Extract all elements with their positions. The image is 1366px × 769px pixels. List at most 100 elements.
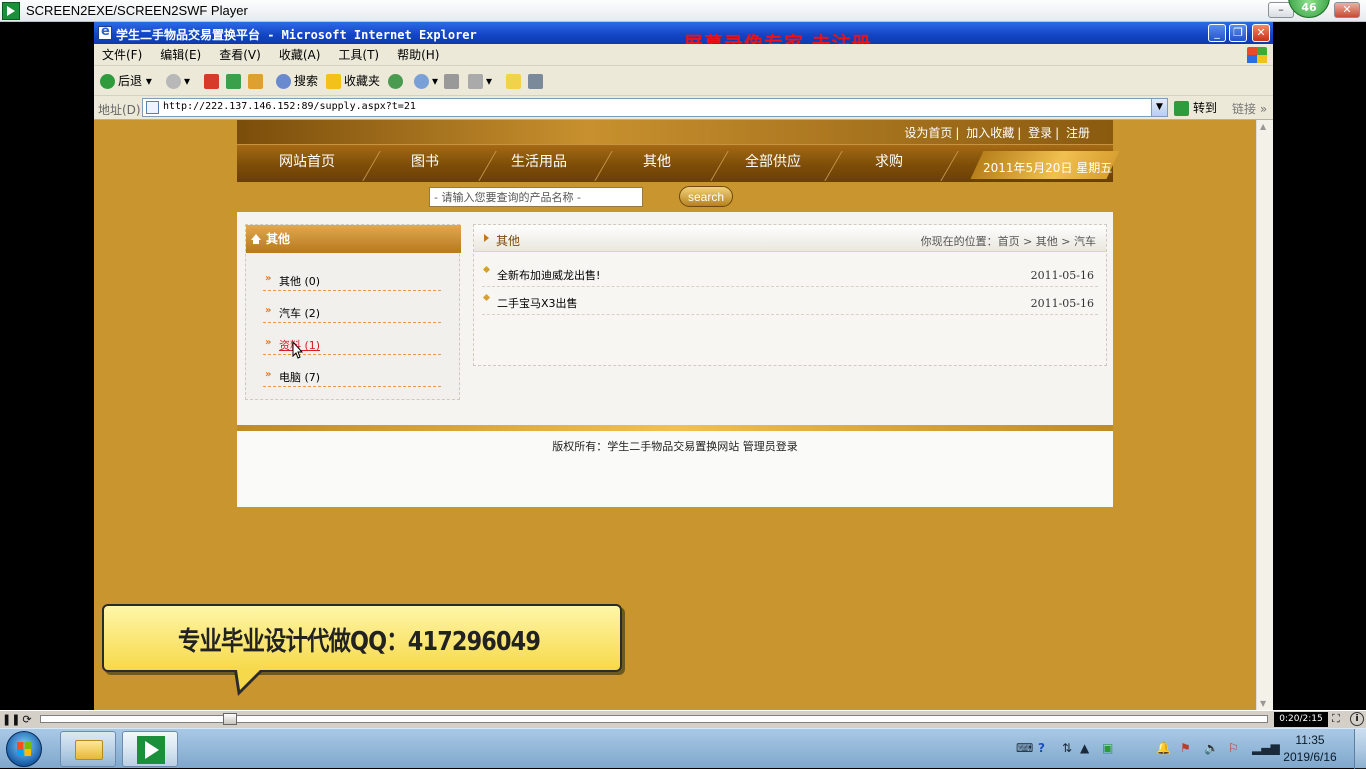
forward-button[interactable]: ▾ <box>166 72 190 90</box>
add-favorite-link[interactable]: 加入收藏 <box>966 126 1014 140</box>
search-submit-button[interactable]: search <box>679 186 733 207</box>
diamond-bullet-icon <box>482 293 491 302</box>
stop-button[interactable] <box>204 72 222 90</box>
register-link[interactable]: 注册 <box>1066 126 1090 140</box>
forward-arrow-icon <box>166 74 181 89</box>
listing-row[interactable]: 二手宝马X3出售 2011-05-16 <box>482 293 1098 315</box>
tray-expand-icon[interactable]: ▲ <box>1080 741 1089 755</box>
nav-separator <box>594 151 613 181</box>
main-panel: 其他 » 其他 (0) » 汽车 (2) » 资料 (1) » 电脑 (7) 其… <box>237 212 1113 425</box>
player-app-icon <box>2 2 20 20</box>
seek-handle[interactable] <box>223 713 237 725</box>
back-button[interactable]: 后退 ▾ <box>100 72 152 90</box>
menu-tools[interactable]: 工具(T) <box>338 44 379 66</box>
fit-window-icon[interactable]: ⛶ <box>1332 712 1340 726</box>
home-button[interactable] <box>248 72 266 90</box>
edit-button[interactable]: ▾ <box>468 72 492 90</box>
listing-title-link[interactable]: 二手宝马X3出售 <box>497 295 578 311</box>
double-arrow-icon: » <box>265 305 272 316</box>
main-nav: 网站首页 图书 生活用品 其他 全部供应 求购 2011年5月20日 星期五 <box>237 144 1120 183</box>
nav-separator <box>940 151 959 181</box>
player-left-margin <box>0 22 94 710</box>
nav-daily-goods[interactable]: 生活用品 <box>499 145 579 183</box>
player-titlebar: SCREEN2EXE/SCREEN2SWF Player – 46 ✕ <box>0 0 1366 22</box>
mail-button[interactable]: ▾ <box>414 72 438 90</box>
ie-close-button[interactable]: ✕ <box>1252 24 1270 42</box>
seek-bar[interactable] <box>40 713 1268 725</box>
menu-edit[interactable]: 编辑(E) <box>160 44 201 66</box>
favorites-button[interactable]: 收藏夹 <box>326 72 380 90</box>
search-button[interactable]: 搜索 <box>276 72 318 90</box>
messenger-button[interactable] <box>528 72 546 90</box>
category-sidebar: 其他 » 其他 (0) » 汽车 (2) » 资料 (1) » 电脑 (7) <box>245 224 461 400</box>
home-icon <box>248 74 263 89</box>
vertical-scrollbar[interactable] <box>1256 120 1273 710</box>
menu-favorites[interactable]: 收藏(A) <box>279 44 321 66</box>
listing-row[interactable]: 全新布加迪威龙出售! 2011-05-16 <box>482 265 1098 287</box>
links-button[interactable]: 链接 » <box>1232 100 1267 117</box>
login-link[interactable]: 登录 <box>1028 126 1052 140</box>
category-item-other[interactable]: » 其他 (0) <box>263 267 441 291</box>
ie-restore-button[interactable]: ❐ <box>1229 24 1247 42</box>
volume-muted-icon[interactable]: 🔈 <box>1204 741 1219 755</box>
ie-addressbar: 地址(D) http://222.137.146.152:89/supply.a… <box>94 96 1273 120</box>
info-icon[interactable]: i <box>1350 712 1364 726</box>
sidebar-header: 其他 <box>246 225 461 253</box>
flag-icon[interactable]: ⚐ <box>1228 741 1239 755</box>
nav-books[interactable]: 图书 <box>385 145 465 183</box>
player-title: SCREEN2EXE/SCREEN2SWF Player <box>26 3 248 18</box>
ie-window-title: 学生二手物品交易置换平台 - Microsoft Internet Explor… <box>116 28 477 42</box>
nav-separator <box>710 151 729 181</box>
pause-button[interactable]: ❚❚ <box>2 712 20 727</box>
language-icon[interactable]: ⇅ <box>1062 741 1072 755</box>
ie-window: 学生二手物品交易置换平台 - Microsoft Internet Explor… <box>94 22 1273 710</box>
menu-view[interactable]: 查看(V) <box>219 44 261 66</box>
listing-date: 2011-05-16 <box>1030 269 1094 282</box>
listing-title-link[interactable]: 全新布加迪威龙出售! <box>497 267 600 283</box>
clock-date[interactable]: 2019/6/16 <box>1274 750 1346 764</box>
site-top-strip: 设为首页 | 加入收藏 | 登录 | 注册 <box>237 120 1113 144</box>
address-label: 地址(D) <box>98 103 141 117</box>
clock-time[interactable]: 11:35 <box>1280 733 1340 747</box>
security-icon[interactable]: ⚑ <box>1180 741 1191 755</box>
network-app-icon[interactable]: ▣ <box>1102 741 1113 755</box>
nav-wanted[interactable]: 求购 <box>849 145 929 183</box>
edit-icon <box>468 74 483 89</box>
loop-icon[interactable]: ⟳ <box>19 712 35 727</box>
nav-all-supply[interactable]: 全部供应 <box>733 145 813 183</box>
nav-separator <box>824 151 843 181</box>
listing-panel: 其他 你现在的位置：首页 > 其他 > 汽车 全新布加迪威龙出售! 2011-0… <box>473 224 1107 366</box>
go-button[interactable]: 转到 <box>1174 99 1217 116</box>
ie-icon <box>98 24 112 40</box>
player-close-button[interactable]: ✕ <box>1334 2 1360 18</box>
ad-speech-bubble: 专业毕业设计代做QQ：417296049 <box>102 604 622 672</box>
show-desktop-button[interactable] <box>1354 729 1366 769</box>
nav-others[interactable]: 其他 <box>617 145 697 183</box>
discuss-button[interactable] <box>506 72 524 90</box>
address-input[interactable]: http://222.137.146.152:89/supply.aspx?t=… <box>142 98 1168 117</box>
magnifier-icon <box>276 74 291 89</box>
listing-date: 2011-05-16 <box>1030 297 1094 310</box>
product-search-input[interactable] <box>429 187 643 207</box>
history-button[interactable] <box>388 72 406 90</box>
category-item-car[interactable]: » 汽车 (2) <box>263 299 441 323</box>
menu-file[interactable]: 文件(F) <box>102 44 142 66</box>
taskbar-explorer[interactable] <box>60 731 116 767</box>
player-controls: ❚❚ ⟳ 0:20/2:15 ⛶ i <box>0 710 1366 728</box>
keyboard-icon[interactable]: ⌨ <box>1016 741 1033 755</box>
refresh-button[interactable] <box>226 72 244 90</box>
category-item-materials[interactable]: » 资料 (1) <box>263 331 441 355</box>
help-icon[interactable]: ? <box>1038 741 1045 755</box>
start-button[interactable] <box>6 731 42 767</box>
set-homepage-link[interactable]: 设为首页 <box>904 126 952 140</box>
speech-bubble-tail-fill <box>237 670 260 690</box>
address-dropdown-button[interactable]: ▼ <box>1151 99 1167 116</box>
print-button[interactable] <box>444 72 462 90</box>
ie-minimize-button[interactable]: _ <box>1208 24 1226 42</box>
refresh-icon <box>226 74 241 89</box>
nav-home[interactable]: 网站首页 <box>267 145 347 183</box>
notification-icon[interactable]: 🔔 <box>1156 741 1171 755</box>
category-item-computer[interactable]: » 电脑 (7) <box>263 363 441 387</box>
taskbar-player[interactable] <box>122 731 178 767</box>
menu-help[interactable]: 帮助(H) <box>397 44 439 66</box>
